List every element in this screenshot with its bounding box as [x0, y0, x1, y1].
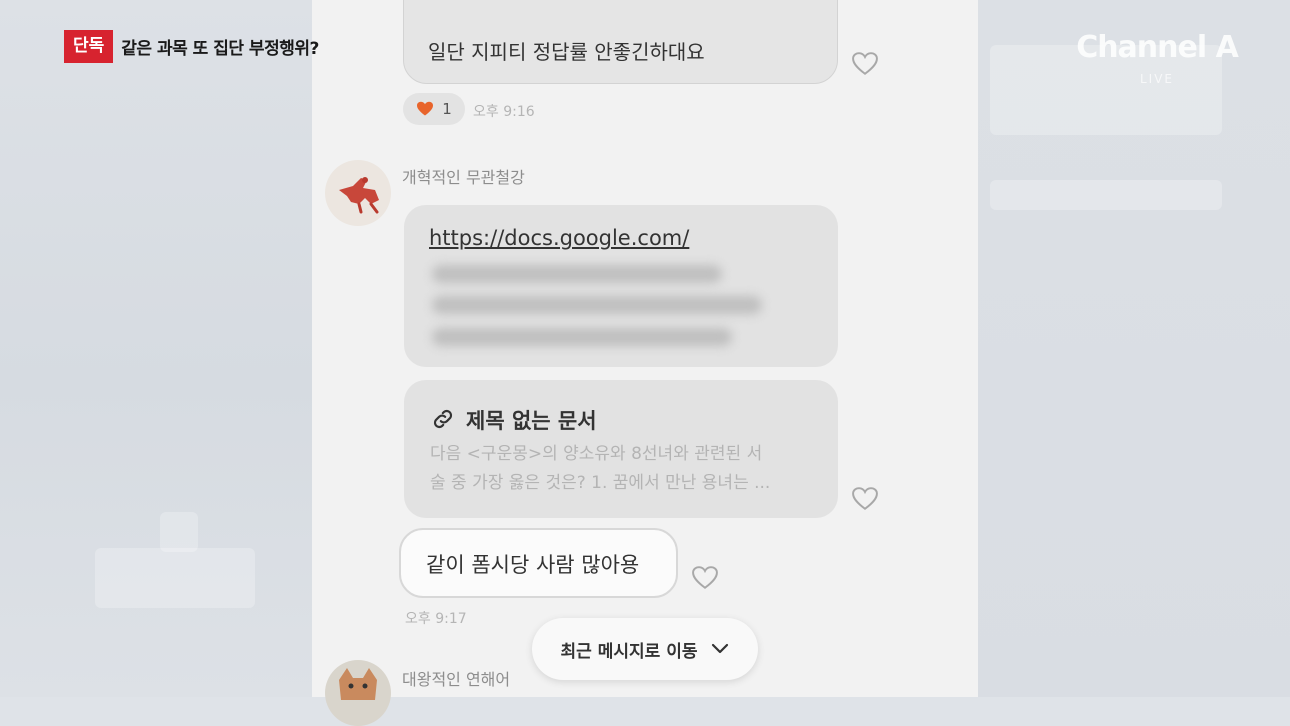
background-blur-panel — [95, 548, 255, 608]
animal-avatar-icon — [339, 668, 377, 700]
link-url[interactable]: https://docs.google.com/ — [429, 226, 689, 250]
message-text: 같이 폼시당 사람 많아용 — [426, 553, 640, 577]
sender-name: 대왕적인 연해어 — [402, 670, 511, 689]
jump-to-latest-button[interactable]: 최근 메시지로 이동 — [532, 618, 758, 680]
lobster-avatar-icon — [339, 177, 379, 214]
like-heart-icon[interactable] — [852, 487, 878, 511]
heart-icon — [417, 101, 434, 116]
jump-to-latest-label: 최근 메시지로 이동 — [560, 641, 698, 662]
like-heart-icon[interactable] — [692, 566, 718, 590]
background-blur-panel — [160, 512, 198, 552]
background-blur-panel — [990, 180, 1222, 210]
exclusive-badge: 단독 — [64, 30, 114, 63]
blurred-text — [432, 328, 732, 346]
message-time: 오후 9:17 — [405, 611, 467, 627]
link-icon — [433, 409, 453, 429]
doc-preview-text: 다음 <구운몽>의 양소유와 8선녀와 관련된 서 술 중 가장 옳은 것은? … — [430, 444, 771, 493]
blurred-text — [432, 265, 722, 283]
chevron-down-icon — [712, 643, 729, 654]
reaction-chip[interactable]: 1 — [403, 93, 465, 125]
avatar[interactable] — [325, 660, 391, 726]
blurred-text — [432, 296, 762, 314]
like-heart-icon[interactable] — [852, 52, 878, 76]
news-caption: 단독 같은 과목 또 집단 부정행위? — [64, 30, 319, 63]
message-time: 오후 9:16 — [473, 104, 535, 120]
sender-name: 개혁적인 무관철강 — [402, 168, 525, 187]
message-text: 일단 지피티 정답률 안좋긴하대요 — [428, 40, 705, 64]
channel-logo: Channel A — [1076, 30, 1239, 65]
reaction-count: 1 — [442, 100, 452, 118]
live-label: LIVE — [1139, 72, 1174, 86]
avatar[interactable] — [325, 160, 391, 226]
news-headline: 같은 과목 또 집단 부정행위? — [121, 39, 319, 59]
doc-title: 제목 없는 문서 — [466, 409, 597, 433]
